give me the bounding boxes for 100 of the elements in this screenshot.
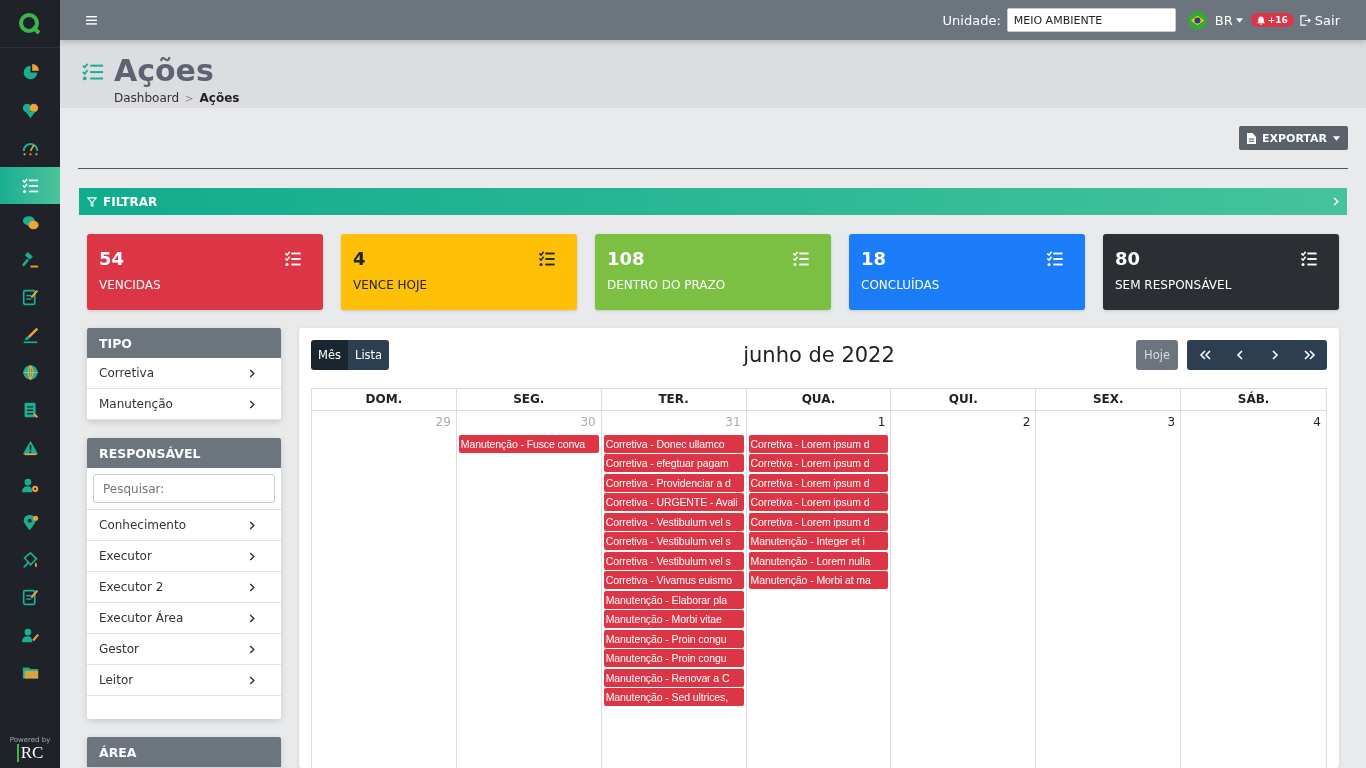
filter-bar[interactable]: FILTRAR bbox=[79, 188, 1347, 215]
chevron-right-icon[interactable] bbox=[249, 644, 255, 654]
breadcrumb-current: Ações bbox=[199, 91, 240, 106]
stat-value: 80 bbox=[1115, 248, 1141, 269]
export-button[interactable]: EXPORTAR bbox=[1238, 126, 1348, 150]
notification-badge[interactable]: +16 bbox=[1250, 13, 1294, 28]
stat-label: VENCIDAS bbox=[99, 278, 162, 292]
pie-chart-icon bbox=[21, 64, 39, 82]
calendar-event[interactable]: Corretiva - Lorem ipsum d bbox=[748, 434, 889, 453]
calendar-event[interactable]: Manutenção - Fusce conva bbox=[458, 434, 599, 453]
language-dropdown[interactable]: BR bbox=[1212, 12, 1245, 28]
filter-option[interactable]: Gestor bbox=[99, 642, 139, 656]
calendar-event[interactable]: Corretiva - Vestibulum vel s bbox=[603, 512, 744, 531]
day-number[interactable]: 2 bbox=[1022, 413, 1034, 433]
filter-option[interactable]: Conhecimento bbox=[99, 518, 186, 532]
calendar-event[interactable]: Manutenção - Morbi at ma bbox=[748, 571, 889, 589]
checklist-icon bbox=[792, 250, 810, 267]
chevron-right-icon[interactable] bbox=[249, 613, 255, 623]
chevron-right-icon[interactable] bbox=[249, 582, 255, 592]
chevron-right-icon[interactable] bbox=[249, 551, 255, 561]
day-number[interactable]: 30 bbox=[580, 413, 599, 433]
calendar-event[interactable]: Manutenção - Proin congu bbox=[603, 649, 744, 667]
weekday-header: SEG. bbox=[456, 389, 602, 411]
calendar-event[interactable]: Manutenção - Morbi vitae bbox=[603, 610, 744, 628]
calendar-event[interactable]: Corretiva - Vivamus euismo bbox=[603, 571, 744, 589]
filter-option[interactable]: Executor 2 bbox=[99, 580, 164, 594]
stat-value: 108 bbox=[607, 248, 645, 269]
calendar-event[interactable]: Manutenção - Proin congu bbox=[603, 629, 744, 648]
day-number[interactable]: 31 bbox=[725, 413, 744, 433]
stat-value: 4 bbox=[353, 248, 366, 269]
filter-title: ÁREA bbox=[87, 737, 281, 767]
caret-icon bbox=[1235, 17, 1243, 23]
double-chevron-right-icon bbox=[1303, 350, 1316, 360]
filter-option[interactable]: Leitor bbox=[99, 673, 134, 687]
calendar-event[interactable]: Corretiva - Vestibulum vel s bbox=[603, 532, 744, 550]
checklist-icon bbox=[538, 250, 556, 267]
chevron-right-icon[interactable] bbox=[249, 675, 255, 685]
checklist-icon bbox=[21, 176, 39, 194]
weekday-header: SÁB. bbox=[1181, 389, 1326, 411]
filter-icon bbox=[87, 196, 97, 207]
unit-label: Unidade: bbox=[942, 12, 1001, 28]
unit-field[interactable]: MEIO AMBIENTE bbox=[1006, 8, 1176, 33]
view-tab[interactable]: Lista bbox=[348, 340, 390, 370]
chevron-right-icon[interactable] bbox=[249, 368, 255, 378]
weekday-header: QUA. bbox=[746, 389, 892, 411]
edit-document-icon bbox=[21, 289, 39, 307]
breadcrumb-link[interactable]: Dashboard bbox=[114, 91, 180, 106]
weekday-header: QUI. bbox=[891, 389, 1037, 411]
paint-bucket-icon bbox=[21, 551, 39, 569]
view-tab[interactable]: Mês bbox=[311, 340, 348, 370]
caret-icon bbox=[1333, 135, 1340, 141]
next-year-button[interactable] bbox=[1292, 340, 1327, 370]
calendar-event[interactable]: Corretiva - Lorem ipsum d bbox=[748, 473, 889, 492]
map-pin-icon bbox=[21, 514, 39, 532]
menu-icon[interactable] bbox=[86, 15, 97, 25]
weekday-header: SEX. bbox=[1036, 389, 1182, 411]
calendar-event[interactable]: Corretiva - Lorem ipsum d bbox=[748, 512, 889, 531]
chevron-right-icon bbox=[1333, 197, 1339, 206]
calendar-event[interactable]: Corretiva - URGENTE - Avali bbox=[603, 493, 744, 511]
calendar-event[interactable]: Corretiva - Lorem ipsum d bbox=[748, 493, 889, 511]
filter-option[interactable]: Manutenção bbox=[99, 397, 173, 411]
calendar-event[interactable]: Manutenção - Sed ultrices, bbox=[603, 688, 744, 706]
previous-year-button[interactable] bbox=[1187, 340, 1222, 370]
calendar-event[interactable]: Manutenção - Renovar a C bbox=[603, 668, 744, 687]
day-number[interactable]: 29 bbox=[435, 413, 454, 433]
search-field[interactable]: Pesquisar: bbox=[93, 474, 275, 503]
filter-option[interactable]: Corretiva bbox=[99, 366, 154, 380]
stat-label: VENCE HOJE bbox=[353, 278, 429, 292]
calendar-event[interactable]: Manutenção - Lorem nulla bbox=[748, 551, 889, 570]
calendar-event[interactable]: Manutenção - Integer et i bbox=[748, 532, 889, 550]
calendar-event[interactable]: Corretiva - Lorem ipsum d bbox=[748, 454, 889, 472]
user-edit-icon bbox=[21, 626, 39, 644]
checklist-icon bbox=[1046, 250, 1064, 267]
logo-icon[interactable] bbox=[18, 11, 42, 36]
breadcrumb-separator: > bbox=[185, 92, 194, 104]
edit-document-icon bbox=[21, 589, 39, 607]
chevron-right-icon[interactable] bbox=[249, 399, 255, 409]
filter-title: RESPONSÁVEL bbox=[87, 438, 281, 468]
calendar-title: junho de 2022 bbox=[743, 343, 895, 367]
calendar-event[interactable]: Corretiva - efegtuar pagam bbox=[603, 454, 744, 472]
logout-link[interactable]: Sair bbox=[1299, 12, 1340, 28]
flag-icon[interactable] bbox=[1187, 10, 1207, 30]
calendar-event[interactable]: Corretiva - Providenciar a d bbox=[603, 473, 744, 492]
double-chevron-left-icon bbox=[1198, 350, 1211, 360]
calendar-event[interactable]: Corretiva - Vestibulum vel s bbox=[603, 551, 744, 570]
checklist-icon bbox=[1300, 250, 1318, 267]
filter-option[interactable]: Executor Área bbox=[99, 611, 184, 625]
day-number[interactable]: 4 bbox=[1313, 413, 1324, 433]
calendar-event[interactable]: Manutenção - Elaborar pla bbox=[603, 590, 744, 609]
checklist-icon bbox=[82, 62, 104, 83]
calendar-event[interactable]: Corretiva - Donec ullamco bbox=[603, 434, 744, 453]
chevron-right-icon[interactable] bbox=[249, 520, 255, 530]
day-number[interactable]: 1 bbox=[877, 413, 889, 433]
globe-icon bbox=[21, 364, 39, 382]
chat-bubbles-icon bbox=[21, 214, 39, 232]
filter-option[interactable]: Executor bbox=[99, 549, 152, 563]
day-number[interactable]: 3 bbox=[1167, 413, 1179, 433]
stat-label: SEM RESPONSÁVEL bbox=[1115, 278, 1233, 292]
bell-icon bbox=[1256, 15, 1265, 25]
nav-item[interactable] bbox=[0, 166, 60, 204]
